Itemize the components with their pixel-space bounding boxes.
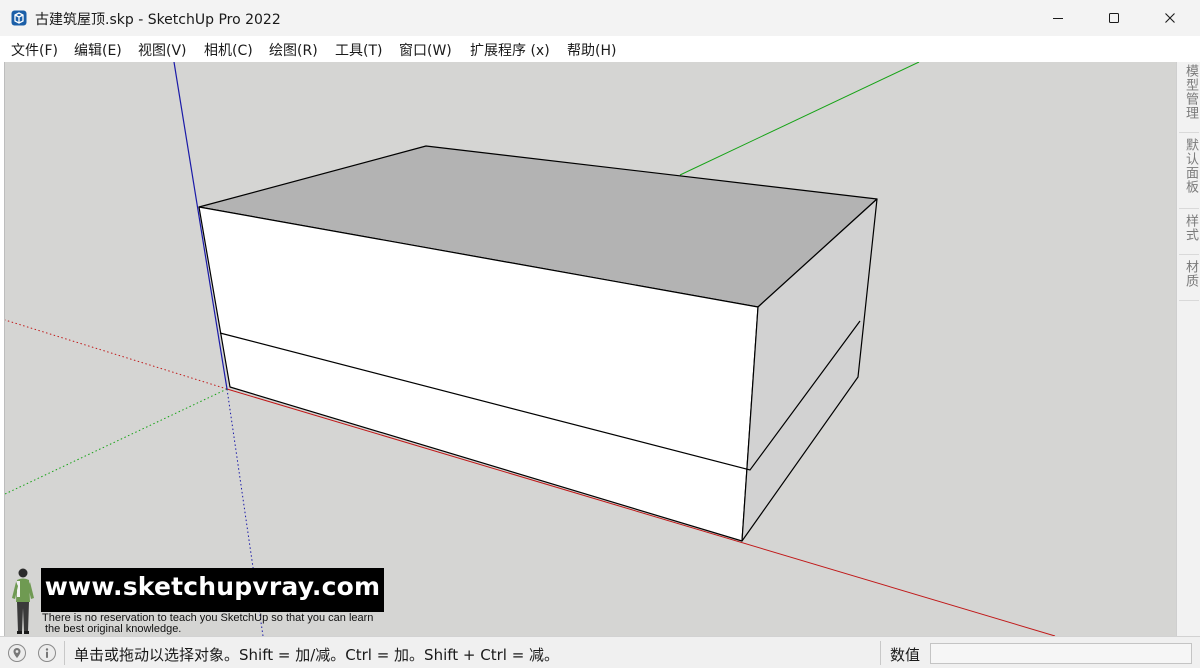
menu-help[interactable]: 帮助(H) xyxy=(567,40,616,60)
menu-edit[interactable]: 编辑(E) xyxy=(74,40,122,60)
title-bar: 古建筑屋顶.skp - SketchUp Pro 2022 xyxy=(0,0,1200,36)
axis-green-solid xyxy=(679,62,920,176)
watermark-caption-line2: the best original knowledge. xyxy=(45,623,182,635)
model-scene[interactable] xyxy=(5,62,1176,636)
close-button[interactable] xyxy=(1142,0,1198,36)
status-divider xyxy=(880,641,881,665)
tray-tab-default-panel[interactable]: 默认面板 xyxy=(1178,138,1200,194)
menu-camera[interactable]: 相机(C) xyxy=(204,40,253,60)
maximize-button[interactable] xyxy=(1086,0,1142,36)
watermark-url: www.sketchupvray.com xyxy=(44,572,381,601)
menu-extensions[interactable]: 扩展程序 (x) xyxy=(470,40,550,60)
tray-divider xyxy=(1179,132,1199,133)
minimize-button[interactable] xyxy=(1030,0,1086,36)
tray-divider xyxy=(1179,300,1199,301)
tray-tab-materials[interactable]: 材质 xyxy=(1178,260,1200,288)
model-viewport[interactable] xyxy=(4,62,1176,636)
watermark-banner: www.sketchupvray.com xyxy=(41,568,384,612)
tray-tab-model-manager[interactable]: 模型管理 xyxy=(1178,64,1200,120)
status-bar: 单击或拖动以选择对象。Shift = 加/减。Ctrl = 加。Shift + … xyxy=(0,636,1200,668)
menu-file[interactable]: 文件(F) xyxy=(11,40,58,60)
tray-divider xyxy=(1179,254,1199,255)
window-title: 古建筑屋顶.skp - SketchUp Pro 2022 xyxy=(35,12,281,28)
status-message: 单击或拖动以选择对象。Shift = 加/减。Ctrl = 加。Shift + … xyxy=(74,646,560,664)
menu-window[interactable]: 窗口(W) xyxy=(399,40,452,60)
measurements-input[interactable] xyxy=(930,643,1192,664)
person-figure xyxy=(12,568,34,634)
close-icon xyxy=(1165,13,1175,23)
measurements-label: 数值 xyxy=(890,646,921,664)
tray-tab-styles[interactable]: 样式 xyxy=(1178,214,1200,242)
geo-location-icon[interactable] xyxy=(8,644,26,662)
axis-red-dotted xyxy=(5,319,228,390)
status-divider xyxy=(64,641,65,665)
axis-green-dotted xyxy=(5,388,228,495)
menu-tools[interactable]: 工具(T) xyxy=(335,40,382,60)
info-icon[interactable] xyxy=(38,644,56,662)
minimize-icon xyxy=(1053,18,1063,19)
menu-view[interactable]: 视图(V) xyxy=(138,40,187,60)
menu-draw[interactable]: 绘图(R) xyxy=(269,40,318,60)
tray-divider xyxy=(1179,208,1199,209)
sketchup-app-icon xyxy=(11,10,27,26)
default-tray: 模型管理 默认面板 样式 材质 xyxy=(1176,62,1200,636)
maximize-icon xyxy=(1109,13,1119,23)
menu-bar: 文件(F) 编辑(E) 视图(V) 相机(C) 绘图(R) 工具(T) 窗口(W… xyxy=(0,36,1200,62)
